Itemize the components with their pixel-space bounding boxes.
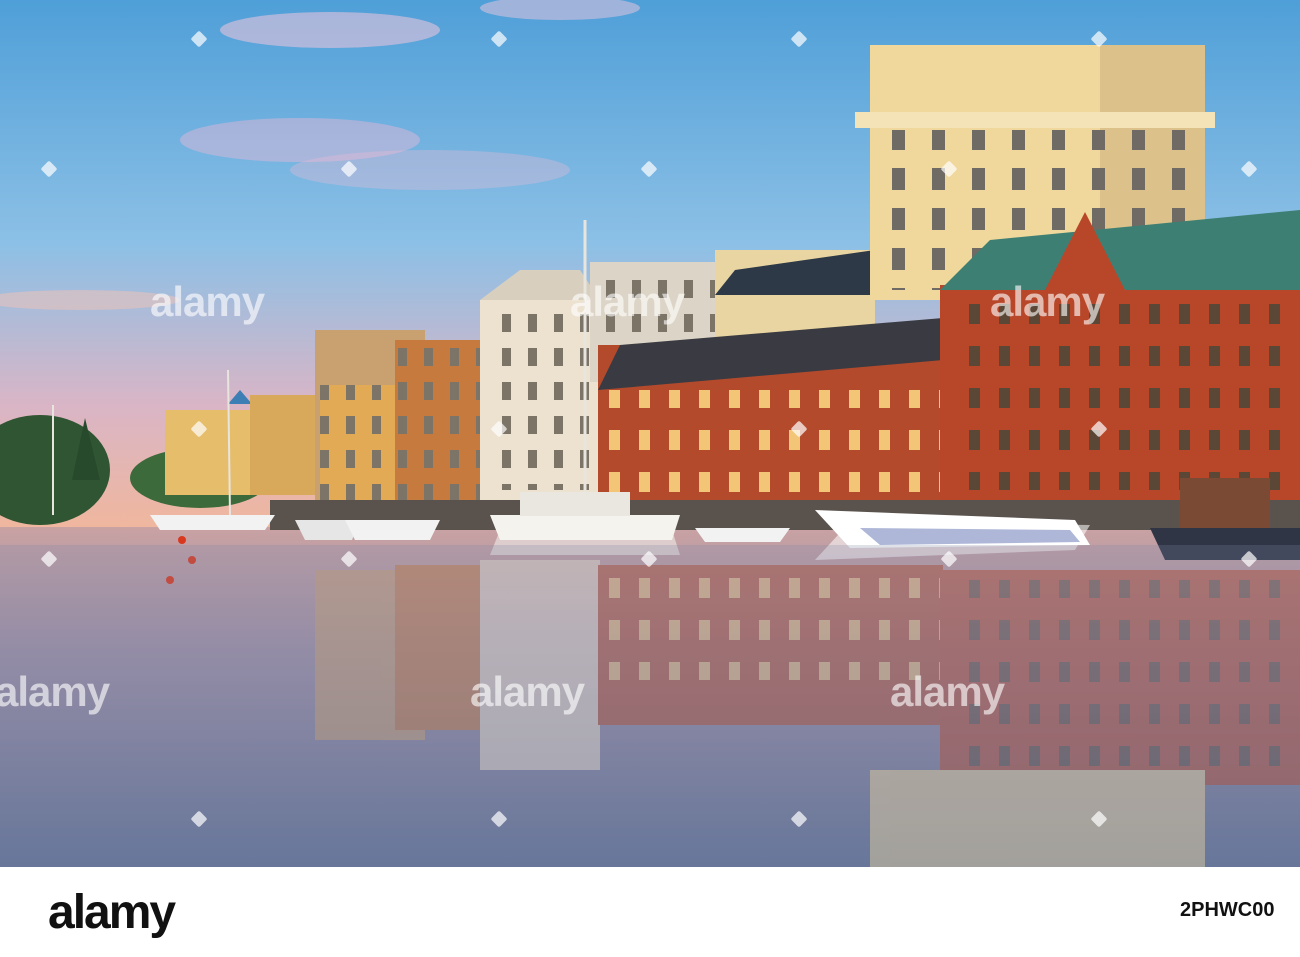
cornice [855, 112, 1215, 128]
image-frame: alamy alamy alamy alamy alamy alamy alam… [0, 0, 1300, 957]
windows [395, 345, 480, 505]
windows [950, 300, 1295, 490]
windows [320, 385, 400, 500]
catamaran-cabin [520, 492, 630, 516]
tugboat-cabin [1180, 478, 1270, 528]
cloud [220, 12, 440, 48]
boat [695, 528, 790, 542]
cloud [290, 150, 570, 190]
building-apartments [250, 395, 320, 495]
boat [150, 515, 275, 530]
alamy-logo[interactable]: alamy [48, 885, 176, 940]
windows [600, 390, 940, 500]
image-id: 2PHWC00 [1180, 899, 1275, 921]
footer-bar: alamy 2PHWC00 [0, 867, 1300, 957]
harbor-photo: alamy alamy alamy alamy alamy alamy [0, 0, 1300, 867]
buoy [178, 536, 186, 544]
boat [345, 520, 440, 540]
windows [485, 310, 597, 490]
